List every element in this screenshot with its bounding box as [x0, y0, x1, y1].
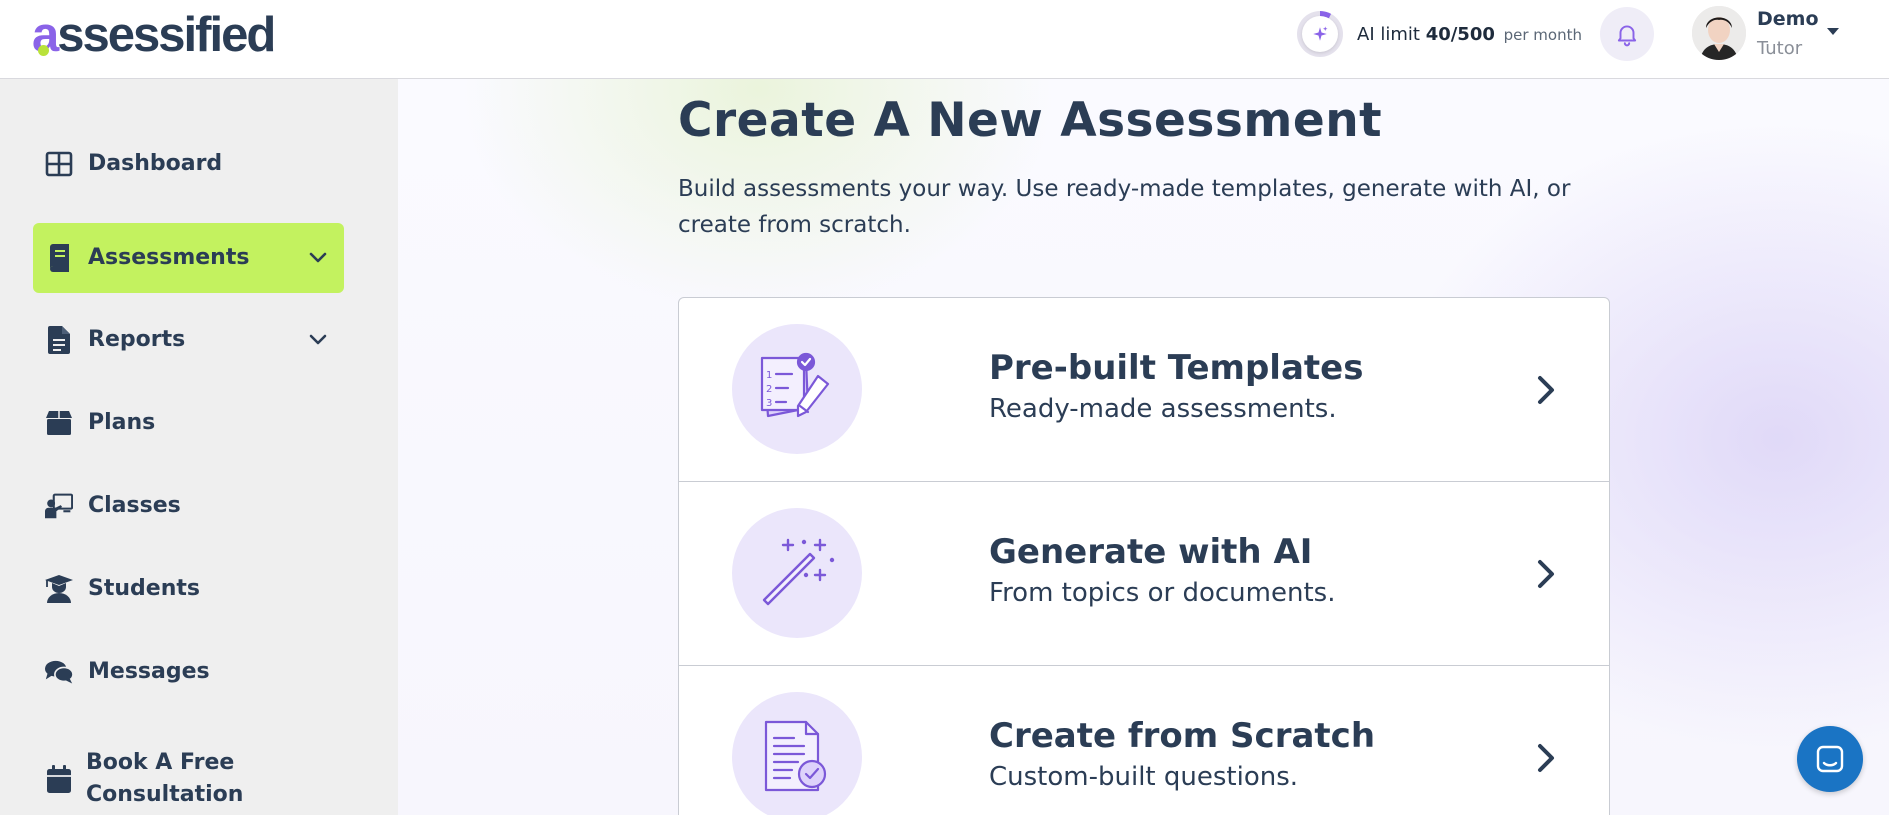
sidebar-item-label: Classes: [88, 493, 181, 518]
option-generate-with-ai[interactable]: Generate with AI From topics or document…: [678, 482, 1610, 666]
sidebar-item-label: Dashboard: [88, 151, 223, 176]
option-description: From topics or documents.: [989, 578, 1336, 608]
checklist-pencil-icon: 1 2 3: [732, 324, 862, 454]
assessment-options: 1 2 3 Pre-built Templates Ready-made ass…: [678, 297, 1610, 815]
teacher-board-icon: [45, 492, 73, 520]
chevron-right-icon: [1531, 556, 1561, 592]
document-check-icon: [732, 692, 862, 815]
sidebar-item-students[interactable]: Students: [33, 554, 344, 624]
box-icon: [45, 409, 73, 437]
caret-down-icon[interactable]: [1827, 28, 1839, 35]
chevron-right-icon: [1531, 372, 1561, 408]
sidebar-item-label: Book A Free Consultation: [86, 750, 244, 807]
sidebar-item-book-consultation[interactable]: Book A Free Consultation: [33, 740, 344, 815]
main-content: Create A New Assessment Build assessment…: [398, 79, 1889, 815]
sidebar-item-dashboard[interactable]: Dashboard: [33, 129, 344, 199]
user-name[interactable]: Demo: [1757, 8, 1819, 30]
option-description: Ready-made assessments.: [989, 394, 1337, 424]
sidebar-item-label: Reports: [88, 327, 186, 352]
top-header: a ssessified AI limit 40/500 per month D…: [0, 0, 1889, 79]
ai-usage-ring: [1297, 11, 1343, 57]
sidebar-item-plans[interactable]: Plans: [33, 388, 344, 458]
sidebar-item-label: Assessments: [88, 245, 250, 270]
chat-bubbles-icon: [45, 658, 73, 686]
svg-text:2: 2: [766, 384, 772, 395]
chevron-right-icon: [1531, 740, 1561, 776]
ai-limit-period: per month: [1503, 25, 1582, 44]
option-title: Generate with AI: [989, 532, 1313, 572]
option-title: Create from Scratch: [989, 716, 1376, 756]
chat-launcher-button[interactable]: [1797, 726, 1863, 792]
sidebar-item-reports[interactable]: Reports: [33, 305, 344, 375]
sidebar: Dashboard Assessments Reports Plans Clas…: [0, 79, 398, 815]
logo-wordmark: ssessified: [57, 8, 276, 62]
option-prebuilt-templates[interactable]: 1 2 3 Pre-built Templates Ready-made ass…: [678, 297, 1610, 482]
sidebar-item-assessments[interactable]: Assessments: [33, 223, 344, 293]
svg-text:1: 1: [766, 370, 772, 381]
graduate-icon: [45, 575, 73, 603]
calendar-icon: [45, 765, 73, 793]
sidebar-item-label: Students: [88, 576, 200, 601]
sidebar-item-label: Messages: [88, 659, 210, 684]
notifications-button[interactable]: [1600, 7, 1654, 61]
user-avatar[interactable]: [1692, 6, 1746, 60]
page-title: Create A New Assessment: [678, 93, 1383, 148]
bell-icon: [1617, 25, 1637, 47]
magic-wand-icon: [732, 508, 862, 638]
page-subtitle: Build assessments your way. Use ready-ma…: [678, 176, 1571, 238]
chat-launcher-icon: [1816, 745, 1844, 773]
sidebar-item-messages[interactable]: Messages: [33, 637, 344, 707]
ai-limit-indicator: AI limit 40/500 per month: [1297, 10, 1582, 58]
svg-text:3: 3: [766, 398, 772, 409]
book-icon: [45, 244, 73, 272]
logo-mark: a: [32, 8, 59, 62]
sidebar-item-classes[interactable]: Classes: [33, 471, 344, 541]
sidebar-item-label: Plans: [88, 410, 156, 435]
grid-icon: [45, 150, 73, 178]
chevron-down-icon[interactable]: [308, 248, 328, 268]
user-role: Tutor: [1757, 38, 1803, 59]
document-icon: [45, 326, 73, 354]
option-title: Pre-built Templates: [989, 348, 1364, 388]
option-description: Custom-built questions.: [989, 762, 1299, 792]
logo[interactable]: a ssessified: [32, 8, 276, 62]
option-create-from-scratch[interactable]: Create from Scratch Custom-built questio…: [678, 666, 1610, 815]
ai-limit-label: AI limit: [1357, 23, 1420, 45]
ai-limit-value: 40/500: [1425, 23, 1495, 45]
sparkle-icon: [1313, 26, 1328, 41]
chevron-down-icon[interactable]: [308, 330, 328, 350]
